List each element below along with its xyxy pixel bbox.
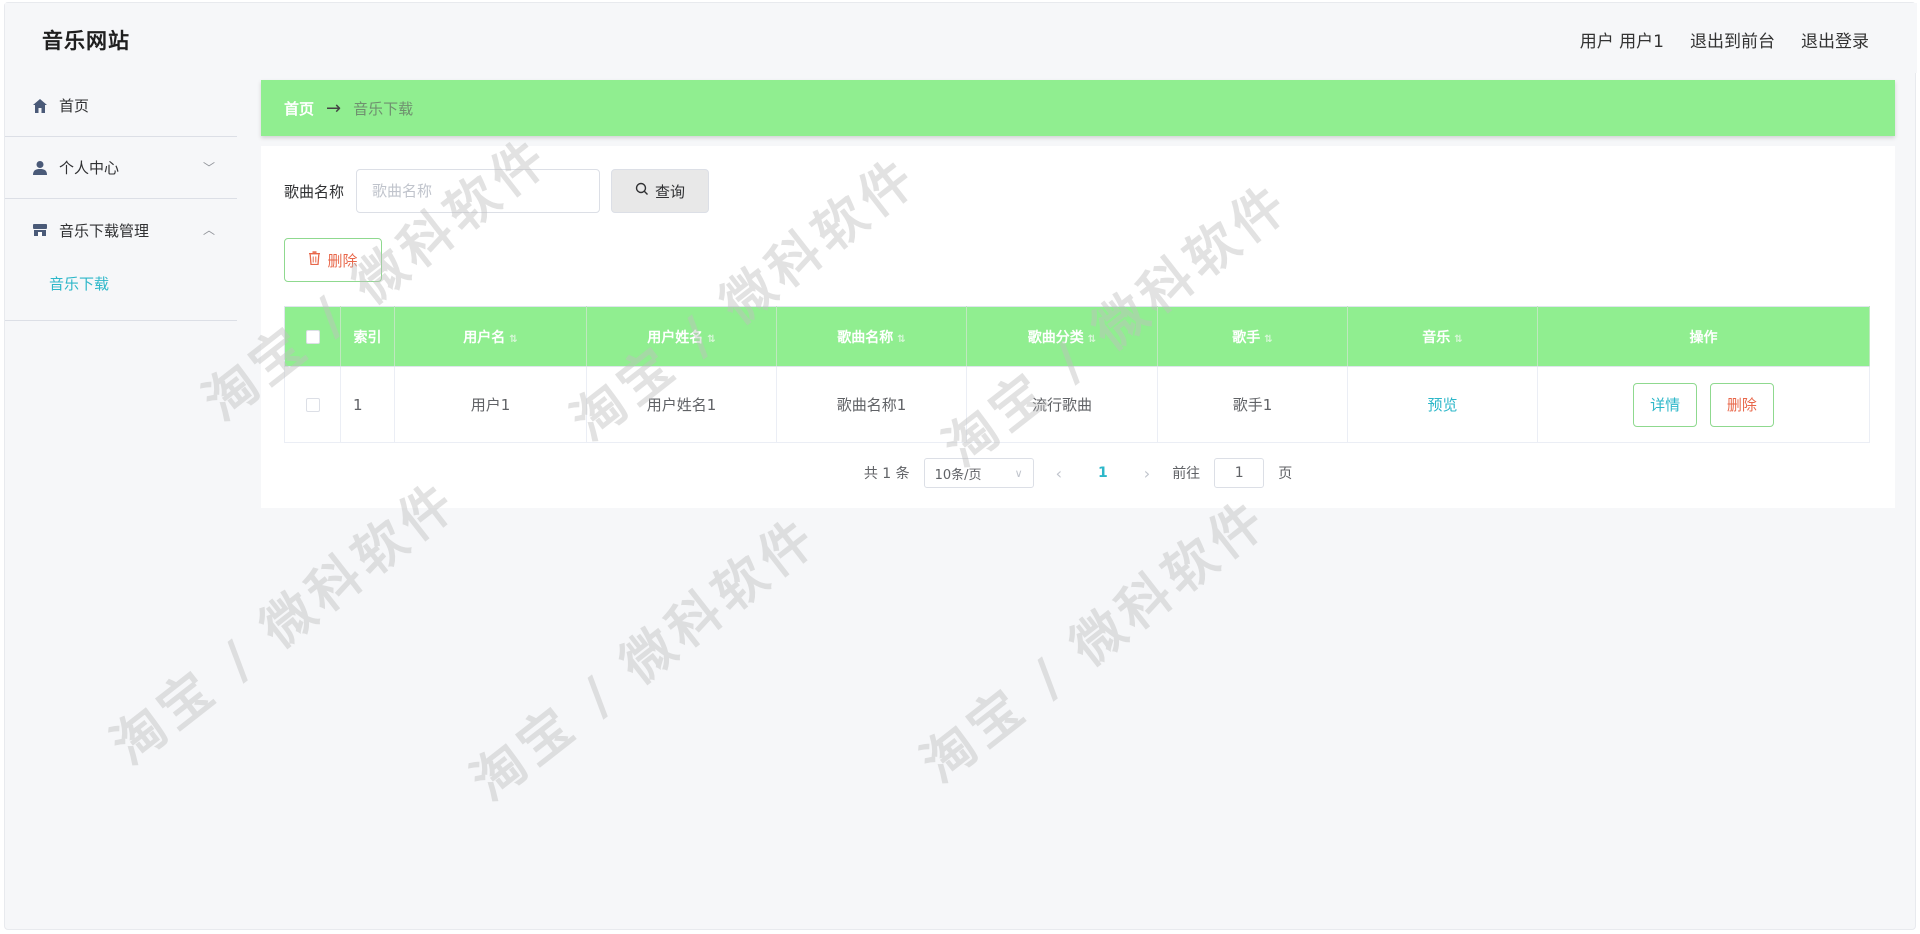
sort-icon[interactable]: ⇅ (1088, 334, 1096, 345)
detail-button[interactable]: 详情 (1633, 382, 1698, 427)
select-all-checkbox[interactable] (305, 329, 320, 344)
page-size-select[interactable]: 10条/页 ∨ (923, 458, 1034, 488)
sort-icon[interactable]: ⇅ (1264, 334, 1272, 345)
search-icon (635, 182, 649, 200)
search-label: 歌曲名称 (284, 182, 345, 201)
cell-actions: 详情 删除 (1537, 366, 1870, 443)
cell-index: 1 (340, 366, 395, 443)
search-row: 歌曲名称 查询 (284, 169, 710, 213)
sidebar-item-personal-center[interactable]: 个人中心 ﹀ (5, 137, 237, 199)
submenu-item-music-download[interactable]: 音乐下载 (5, 261, 237, 294)
cell-song-name: 歌曲名称1 (776, 366, 967, 443)
watermark: 淘宝 / 微科软件 (911, 487, 1280, 795)
table-row: 1 用户1 用户姓名1 歌曲名称1 流行歌曲 歌手1 预览 详情 删除 (284, 366, 1870, 443)
chevron-down-icon: ﹀ (202, 161, 215, 175)
column-realname[interactable]: 用户姓名 ⇅ (586, 306, 777, 367)
logout-link[interactable]: 退出登录 (1801, 27, 1869, 52)
sort-icon[interactable]: ⇅ (707, 334, 715, 345)
sidebar-item-music-download-management[interactable]: 音乐下载管理 ︿ (5, 199, 237, 261)
song-name-search-input[interactable] (356, 169, 601, 213)
column-index: 索引 (340, 306, 395, 367)
cell-music: 预览 (1347, 366, 1538, 443)
batch-delete-button[interactable]: 删除 (284, 238, 382, 282)
delete-button-label: 删除 (327, 251, 358, 270)
store-icon (31, 221, 49, 239)
search-button[interactable]: 查询 (611, 169, 710, 213)
pagination-total: 共 1 条 (863, 466, 910, 482)
sidebar-item-label: 音乐下载管理 (59, 221, 150, 240)
table-header-row: 索引 用户名 ⇅ 用户姓名 ⇅ 歌曲名称 ⇅ 歌曲分类 ⇅ 歌手 ⇅ 音乐 ⇅ 操作 (284, 306, 1870, 367)
column-username[interactable]: 用户名 ⇅ (394, 306, 587, 367)
user-icon (31, 159, 49, 177)
sidebar-item-home[interactable]: 首页 (5, 75, 237, 137)
row-delete-button[interactable]: 删除 (1709, 382, 1774, 427)
cell-singer: 歌手1 (1157, 366, 1348, 443)
sidebar-item-label: 首页 (59, 97, 90, 115)
column-song-name[interactable]: 歌曲名称 ⇅ (776, 306, 967, 367)
cell-category: 流行歌曲 (966, 366, 1158, 443)
page-number-current[interactable]: 1 (1084, 465, 1122, 481)
app-frame: 音乐网站 用户 用户1 退出到前台 退出登录 首页 个人中心 ﹀ 音乐下载管理 … (4, 2, 1917, 930)
arrow-right-icon: → (326, 97, 342, 119)
pagination: 共 1 条 10条/页 ∨ ‹ 1 › 前往 页 (261, 458, 1895, 488)
page-size-value: 10条/页 (934, 467, 982, 483)
column-category[interactable]: 歌曲分类 ⇅ (966, 306, 1158, 367)
watermark: 淘宝 / 微科软件 (461, 505, 830, 813)
sort-icon[interactable]: ⇅ (1454, 334, 1462, 345)
exit-to-frontend-link[interactable]: 退出到前台 (1690, 27, 1775, 52)
row-checkbox[interactable] (305, 398, 320, 412)
next-page-icon[interactable]: › (1136, 464, 1158, 483)
chevron-down-icon: ∨ (1014, 466, 1023, 480)
goto-page-input[interactable] (1214, 458, 1265, 488)
preview-link[interactable]: 预览 (1427, 396, 1457, 414)
sort-icon[interactable]: ⇅ (897, 334, 905, 345)
breadcrumb: 首页 → 音乐下载 (261, 80, 1895, 136)
breadcrumb-current: 音乐下载 (353, 99, 414, 118)
prev-page-icon[interactable]: ‹ (1048, 464, 1070, 483)
column-singer[interactable]: 歌手 ⇅ (1157, 306, 1348, 367)
cell-username: 用户1 (394, 366, 587, 443)
chevron-up-icon: ︿ (202, 223, 215, 237)
select-all-header[interactable] (284, 306, 341, 367)
top-bar: 音乐网站 用户 用户1 退出到前台 退出登录 (5, 3, 1917, 73)
submenu: 音乐下载 (5, 261, 237, 321)
goto-label: 前往 (1172, 466, 1201, 482)
sidebar: 首页 个人中心 ﹀ 音乐下载管理 ︿ 音乐下载 (5, 75, 237, 321)
row-select-cell[interactable] (284, 366, 341, 443)
trash-icon (308, 251, 321, 269)
column-music[interactable]: 音乐 ⇅ (1347, 306, 1538, 367)
breadcrumb-home[interactable]: 首页 (284, 98, 314, 119)
search-button-label: 查询 (655, 182, 686, 201)
content-panel: 歌曲名称 查询 删除 索引 用户名⇅ 用户姓名⇅ (261, 146, 1895, 508)
column-actions: 操作 (1537, 306, 1870, 367)
sort-icon[interactable]: ⇅ (509, 334, 517, 345)
site-brand: 音乐网站 (42, 29, 130, 53)
current-user-link[interactable]: 用户 用户1 (1580, 27, 1664, 52)
page-unit-label: 页 (1278, 466, 1293, 482)
top-links: 用户 用户1 退出到前台 退出登录 (1580, 27, 1869, 52)
cell-realname: 用户姓名1 (586, 366, 777, 443)
home-icon (31, 97, 49, 115)
sidebar-item-label: 个人中心 (59, 159, 120, 177)
music-download-table: 索引 用户名 ⇅ 用户姓名 ⇅ 歌曲名称 ⇅ 歌曲分类 ⇅ 歌手 ⇅ 音乐 ⇅ 操作 1 用… (284, 306, 1870, 443)
